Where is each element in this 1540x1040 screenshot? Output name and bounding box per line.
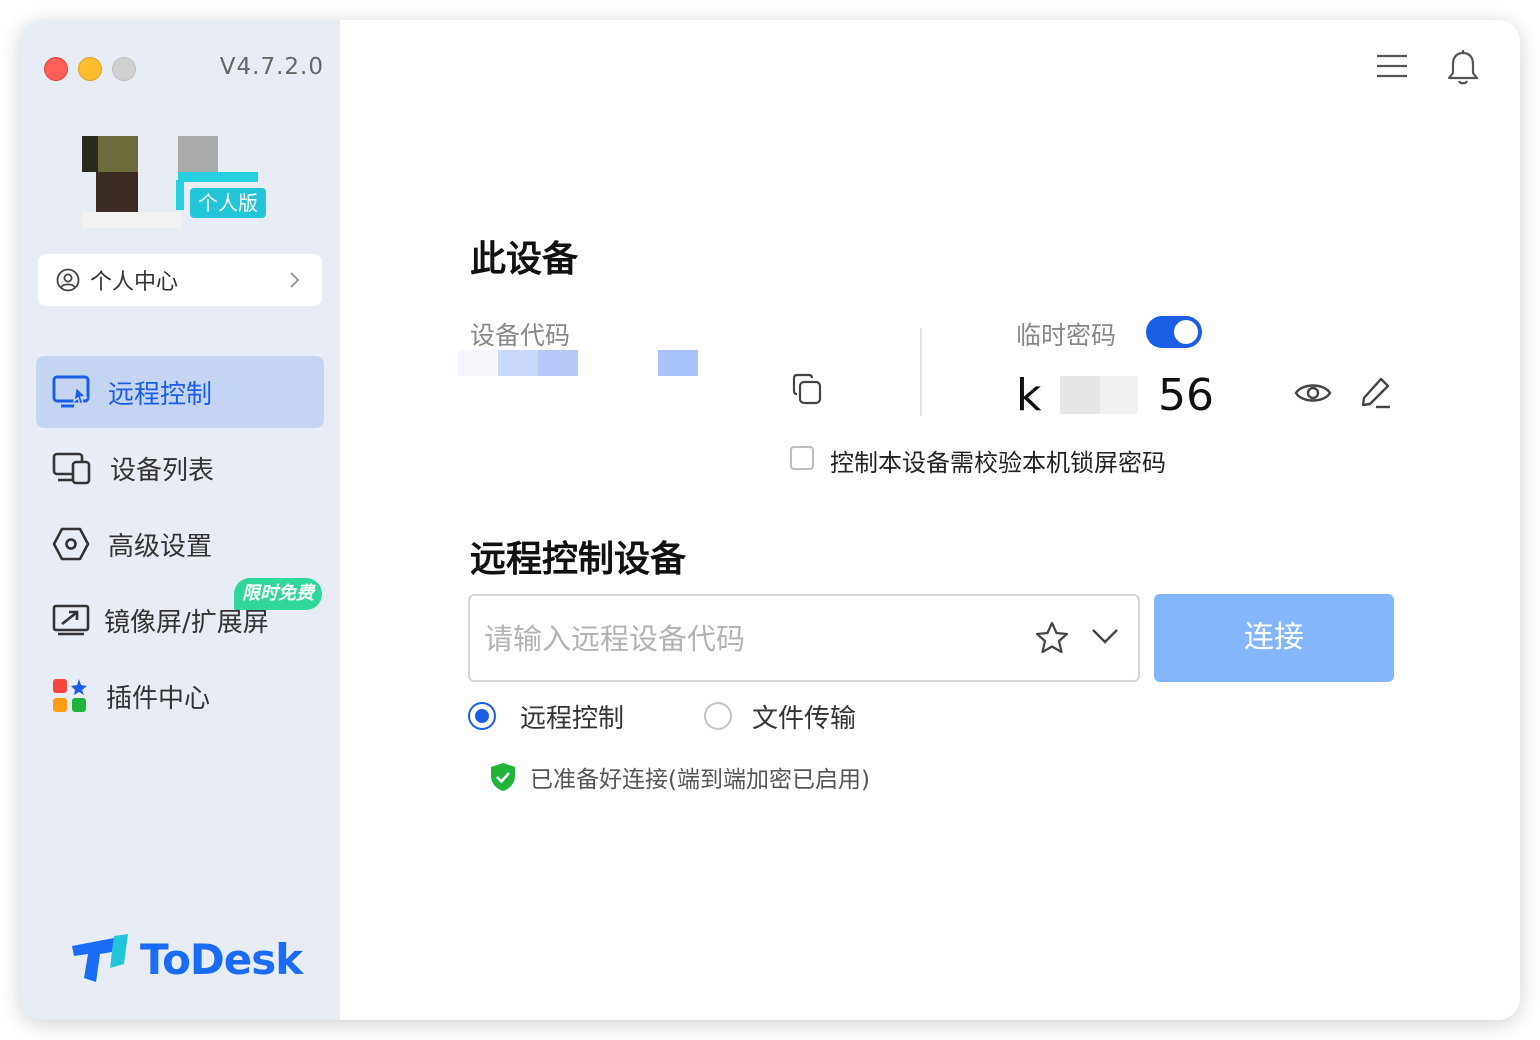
sidebar-item-device-list[interactable]: 设备列表 xyxy=(36,432,324,504)
app-window: V4.7.2.0 个人版 个人中心 远程控制 设备列表 高级设置 镜像屏/扩展屏… xyxy=(20,20,1520,1020)
password-masked-part xyxy=(1060,376,1100,414)
lock-screen-check-checkbox[interactable] xyxy=(790,446,814,470)
connection-status-text: 已准备好连接(端到端加密已启用) xyxy=(530,767,870,793)
minimize-window-button[interactable] xyxy=(78,57,102,81)
plugin-grid-icon xyxy=(53,679,87,712)
close-window-button[interactable] xyxy=(44,57,68,81)
maximize-window-button[interactable] xyxy=(112,57,136,81)
edit-pencil-icon[interactable] xyxy=(1360,376,1392,410)
mirror-screen-icon xyxy=(52,604,90,636)
settings-hexagon-icon xyxy=(52,527,90,561)
main-panel: 此设备 设备代码 临时密码 k 56 控制本设备需校验本机锁屏密码 远程控制设备… xyxy=(340,20,1520,1020)
remote-code-input[interactable] xyxy=(482,610,1026,668)
sidebar-item-remote-control[interactable]: 远程控制 xyxy=(36,356,324,428)
bell-icon[interactable] xyxy=(1446,50,1480,86)
chevron-down-icon[interactable] xyxy=(1090,626,1120,646)
star-icon[interactable] xyxy=(1034,620,1070,656)
device-code-label: 设备代码 xyxy=(470,321,571,350)
profile-center-button[interactable]: 个人中心 xyxy=(38,254,322,306)
sidebar-item-advanced-settings[interactable]: 高级设置 xyxy=(36,508,324,580)
mode-remote-control-radio[interactable] xyxy=(468,702,496,730)
brand-name: ToDesk xyxy=(140,934,303,984)
password-suffix: 56 xyxy=(1158,370,1214,421)
todesk-logo: ToDesk xyxy=(70,934,303,984)
mode-file-transfer-label[interactable]: 文件传输 xyxy=(752,698,856,735)
sidebar-item-label: 远程控制 xyxy=(108,379,213,410)
sidebar-item-label: 高级设置 xyxy=(108,531,213,562)
sidebar: V4.7.2.0 个人版 个人中心 远程控制 设备列表 高级设置 镜像屏/扩展屏… xyxy=(20,20,340,1020)
sidebar-item-label: 设备列表 xyxy=(110,455,215,486)
user-circle-icon xyxy=(56,268,80,292)
chevron-right-icon xyxy=(290,272,300,288)
mode-file-transfer-radio[interactable] xyxy=(704,702,732,730)
sidebar-item-label: 插件中心 xyxy=(106,683,211,714)
this-device-title: 此设备 xyxy=(470,239,579,280)
password-prefix: k xyxy=(1016,370,1042,421)
copy-icon[interactable] xyxy=(790,372,824,406)
sidebar-item-plugin-center[interactable]: 插件中心 xyxy=(36,660,324,732)
temp-password-toggle[interactable] xyxy=(1146,316,1202,348)
edition-badge: 个人版 xyxy=(190,188,266,218)
shield-check-icon xyxy=(491,763,515,791)
remote-code-field[interactable] xyxy=(468,594,1140,682)
divider xyxy=(920,328,922,416)
connect-button[interactable]: 连接 xyxy=(1154,594,1394,682)
remote-control-title: 远程控制设备 xyxy=(470,539,687,580)
eye-icon[interactable] xyxy=(1294,376,1332,410)
remote-control-icon xyxy=(52,375,90,408)
version-label: V4.7.2.0 xyxy=(219,54,324,80)
lock-screen-check-label: 控制本设备需校验本机锁屏密码 xyxy=(830,449,1166,477)
temp-password-label: 临时密码 xyxy=(1016,321,1117,350)
mode-remote-control-label[interactable]: 远程控制 xyxy=(520,698,624,735)
password-masked-part xyxy=(1100,376,1138,414)
hamburger-menu-icon[interactable] xyxy=(1376,50,1408,82)
profile-center-label: 个人中心 xyxy=(90,270,179,295)
todesk-logo-icon xyxy=(72,934,128,982)
device-list-icon xyxy=(52,452,91,485)
limited-free-badge: 限时免费 xyxy=(234,578,322,610)
